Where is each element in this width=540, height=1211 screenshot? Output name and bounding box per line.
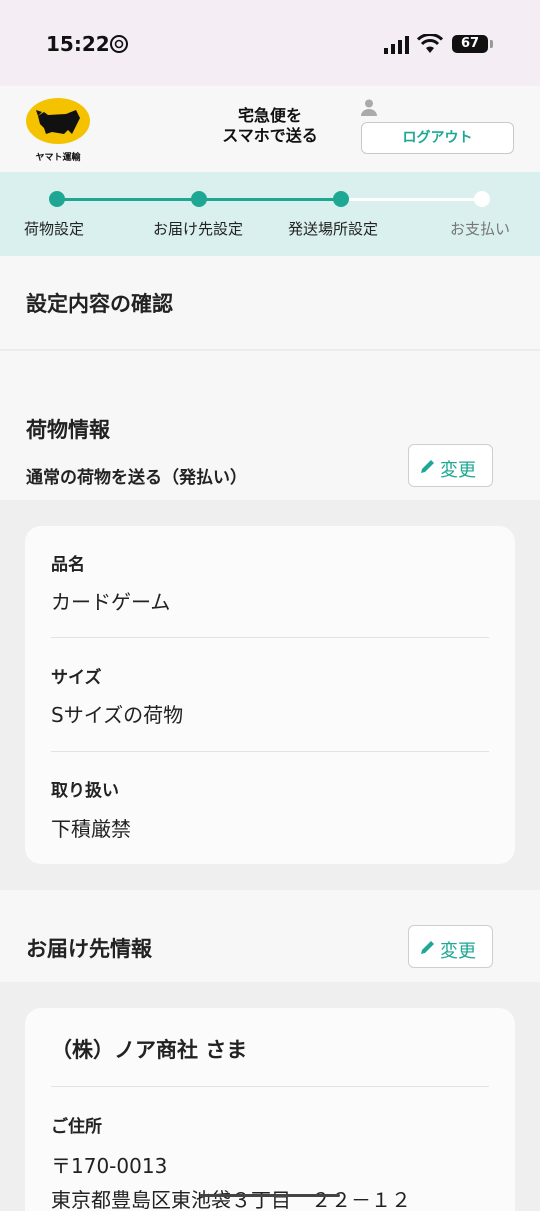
field-label-handling: 取り扱い [51, 781, 119, 801]
step-label-package: 荷物設定 [24, 220, 85, 238]
yamato-logo[interactable]: ヤマト運輸 [24, 98, 92, 166]
battery-tip [490, 40, 493, 48]
package-section-title: 荷物情報 [26, 418, 110, 442]
pencil-icon [421, 941, 434, 954]
black-cat-icon [36, 110, 80, 134]
package-card: 品名 カードゲーム サイズ Sサイズの荷物 取り扱い 下積厳禁 [25, 526, 515, 864]
step-dot-3 [333, 191, 349, 207]
field-label-item-name: 品名 [51, 555, 85, 575]
logout-button[interactable]: ログアウト [361, 122, 514, 154]
cellular-signal-icon [384, 36, 409, 54]
address-label: ご住所 [51, 1117, 102, 1137]
recipient-name: （株）ノア商社 さま [51, 1038, 248, 1062]
page-title: 宅急便を スマホで送る [200, 106, 340, 146]
logo-text: ヤマト運輸 [35, 153, 81, 163]
step-label-recipient: お届け先設定 [153, 220, 244, 238]
step-dot-1 [49, 191, 65, 207]
field-label-size: サイズ [51, 668, 102, 688]
step-label-location: 発送場所設定 [288, 220, 379, 238]
app-header: ヤマト運輸 宅急便を スマホで送る ログアウト [0, 86, 540, 172]
postal-code: 〒170-0013 [51, 1154, 168, 1178]
status-time: 15:22 [46, 32, 110, 56]
step-label-payment: お支払い [450, 220, 511, 238]
step-dot-4 [474, 191, 490, 207]
pencil-icon [421, 460, 434, 473]
status-bar: 15:22 67 [0, 0, 540, 86]
section-divider [0, 349, 540, 351]
field-value-handling: 下積厳禁 [51, 817, 131, 841]
user-icon [361, 99, 377, 116]
title-line1: 宅急便を [237, 106, 302, 125]
recipient-change-button[interactable]: 変更 [408, 925, 493, 968]
title-line2: スマホで送る [222, 126, 318, 145]
wifi-icon [417, 34, 443, 53]
field-value-item-name: カードゲーム [51, 590, 171, 614]
card-divider [51, 1086, 489, 1087]
field-value-size: Sサイズの荷物 [51, 703, 184, 727]
recipient-section-title: お届け先情報 [26, 937, 152, 961]
recipient-change-label: 変更 [440, 941, 476, 962]
home-indicator [200, 1194, 340, 1197]
openai-app-icon [110, 35, 128, 53]
package-change-button[interactable]: 変更 [408, 444, 493, 487]
address-value: 東京都豊島区東池袋３丁目 ２２－１２ [51, 1188, 411, 1211]
confirm-title: 設定内容の確認 [26, 292, 173, 316]
card-divider [51, 637, 489, 638]
package-change-label: 変更 [440, 460, 476, 481]
battery-indicator: 67 [452, 35, 488, 53]
package-subtitle: 通常の荷物を送る（発払い） [26, 468, 247, 488]
step-dot-2 [191, 191, 207, 207]
recipient-card: （株）ノア商社 さま ご住所 〒170-0013 東京都豊島区東池袋３丁目 ２２… [25, 1008, 515, 1211]
step-line-pending [341, 198, 482, 201]
card-divider [51, 751, 489, 752]
progress-stepper: 荷物設定 お届け先設定 発送場所設定 お支払い [0, 172, 540, 256]
